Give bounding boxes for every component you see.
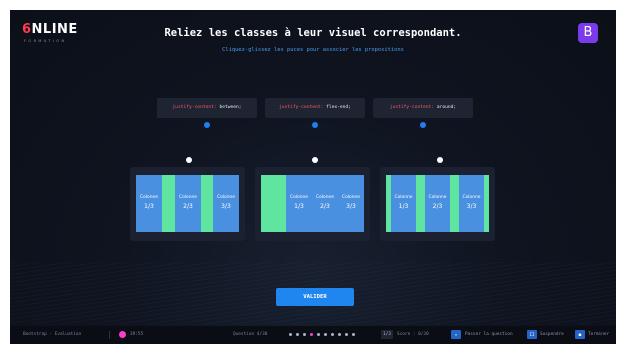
column-number: 3/3 — [221, 203, 231, 210]
label-value: flex-end; — [323, 105, 351, 110]
progress-dot — [324, 333, 327, 336]
column-name: Colonne — [316, 195, 334, 200]
flex-row: Colonne 1/3 Colonne 2/3 Colonne 3/3 — [136, 175, 239, 232]
progress-dot — [289, 333, 292, 336]
column-box: Colonne 1/3 — [286, 175, 312, 232]
brand-logo-sub: FORMATION — [24, 39, 67, 43]
progress-dot — [317, 333, 320, 336]
visual-connector-dot-3[interactable] — [437, 157, 443, 163]
stop-icon[interactable]: ■ — [575, 330, 585, 339]
question-progress — [289, 333, 355, 336]
column-number: 2/3 — [183, 203, 193, 210]
column-name: Colonne — [394, 195, 413, 200]
timer-icon — [119, 331, 126, 338]
label-property: justify-content: — [172, 105, 217, 110]
column-box: Colonne 2/3 — [312, 175, 338, 232]
skip-icon[interactable]: » — [451, 330, 461, 339]
visual-connector-dot-2[interactable] — [312, 157, 318, 163]
question-badge: 1/3 — [381, 330, 393, 339]
column-number: 1/3 — [294, 203, 304, 210]
pause-icon[interactable]: II — [527, 330, 537, 339]
progress-dot — [303, 333, 306, 336]
proposition-label-3: justify-content: around; — [373, 98, 473, 118]
label-property: justify-content: — [279, 105, 324, 110]
label-value: between; — [216, 105, 242, 110]
column-number: 1/3 — [398, 203, 409, 210]
proposition-label-2: justify-content: flex-end; — [265, 98, 365, 118]
progress-dot — [338, 333, 341, 336]
column-name: Colonne — [342, 195, 360, 200]
column-number: 2/3 — [320, 203, 330, 210]
progress-dot — [345, 333, 348, 336]
label-connector-dot-2[interactable] — [312, 122, 318, 128]
column-box: Colonne 3/3 — [213, 175, 239, 232]
column-number: 3/3 — [466, 203, 477, 210]
flex-row: Colonne 1/3 Colonne 2/3 Colonne 3/3 — [386, 175, 489, 232]
column-box: Colonne 3/3 — [459, 175, 484, 232]
column-number: 3/3 — [346, 203, 356, 210]
label-connector-dot-1[interactable] — [204, 122, 210, 128]
column-name: Colonne — [217, 195, 235, 200]
footer-bar: Bootstrap - Evaluation 39:55 Question 4/… — [10, 326, 616, 344]
column-box: Colonne 2/3 — [175, 175, 201, 232]
question-counter: Question 4/30 — [233, 332, 268, 337]
progress-dot — [310, 333, 313, 336]
visual-connector-dot-1[interactable] — [186, 157, 192, 163]
timer-value: 39:55 — [130, 332, 144, 337]
visual-card-3: Colonne 1/3 Colonne 2/3 Colonne 3/3 — [380, 167, 495, 241]
column-box: Colonne 3/3 — [338, 175, 364, 232]
page-subtitle: Cliquez-glissez les puces pour associer … — [222, 47, 404, 53]
column-name: Colonne — [462, 195, 481, 200]
page-title: Reliez les classes à leur visuel corresp… — [164, 27, 462, 39]
column-name: Colonne — [179, 195, 197, 200]
label-property: justify-content: — [389, 105, 435, 110]
column-box: Colonne 2/3 — [425, 175, 450, 232]
visual-card-1: Colonne 1/3 Colonne 2/3 Colonne 3/3 — [130, 167, 245, 241]
visual-card-2: Colonne 1/3 Colonne 2/3 Colonne 3/3 — [255, 167, 370, 241]
exam-name: Bootstrap - Evaluation — [23, 332, 82, 337]
progress-dot — [352, 333, 355, 336]
skip-question-button[interactable]: Passer la question — [465, 332, 513, 337]
column-number: 1/3 — [144, 203, 154, 210]
app-frame: 6NLINE FORMATION Reliez les classes à le… — [10, 10, 616, 344]
progress-dot — [296, 333, 299, 336]
column-name: Colonne — [140, 195, 158, 200]
bootstrap-logo-icon: B — [578, 23, 598, 43]
flex-gap — [261, 175, 286, 232]
validate-button[interactable]: VALIDER — [276, 288, 354, 306]
label-value: around; — [434, 105, 457, 110]
flex-row: Colonne 1/3 Colonne 2/3 Colonne 3/3 — [261, 175, 364, 232]
score-value: Score : 0/30 — [397, 332, 429, 337]
column-box: Colonne 1/3 — [136, 175, 162, 232]
column-number: 2/3 — [432, 203, 443, 210]
column-name: Colonne — [290, 195, 308, 200]
label-connector-dot-3[interactable] — [420, 122, 426, 128]
column-name: Colonne — [428, 195, 447, 200]
column-box: Colonne 1/3 — [391, 175, 416, 232]
progress-dot — [331, 333, 334, 336]
suspend-button[interactable]: Suspendre — [540, 332, 564, 337]
footer-divider — [109, 331, 110, 339]
proposition-label-1: justify-content: between; — [157, 98, 257, 118]
finish-button[interactable]: Terminer — [588, 332, 609, 337]
